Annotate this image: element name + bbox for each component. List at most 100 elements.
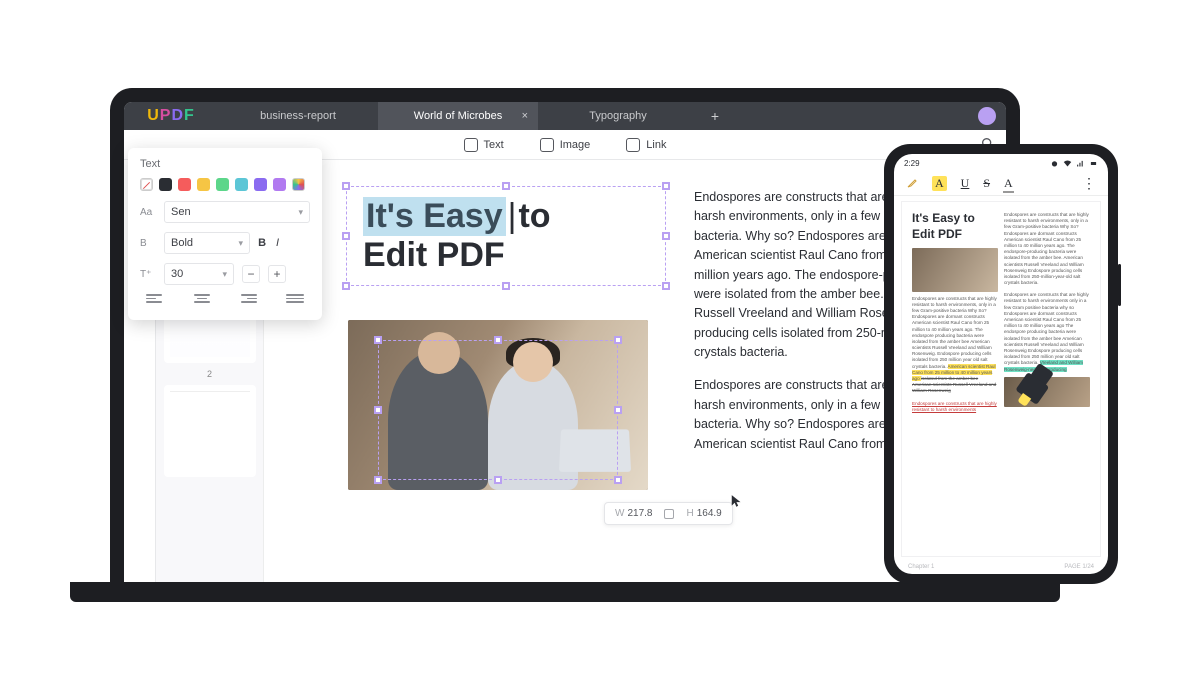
bold-button[interactable]: B	[258, 237, 266, 249]
selection-handle[interactable]	[342, 182, 350, 190]
phone-col-right-mid: Endospores are constructs that are highl…	[1004, 292, 1090, 372]
tab-world-of-microbes[interactable]: World of Microbes ×	[378, 102, 538, 130]
app-tabbar: UPDF business-report World of Microbes ×…	[124, 102, 1006, 130]
highlight-tool[interactable]: A	[932, 176, 947, 191]
size-value: 30	[171, 268, 183, 280]
weight-label: B	[140, 238, 156, 249]
phone-screen: 2:29 A U S A ⋮ It's Easy to Edit PDF	[894, 154, 1108, 574]
weight-select[interactable]: Bold ▾	[164, 232, 250, 254]
phone-annotate-toolbar: A U S A ⋮	[894, 172, 1108, 196]
thumbnail-page-3[interactable]	[164, 385, 256, 477]
text-properties-panel[interactable]: Text Aa Sen ▾ B Bold ▾ B I T⁺ 30 ▾	[128, 148, 322, 320]
phone-col-right-top: Endospores are constructs that are highl…	[1004, 212, 1090, 286]
text-edit-box[interactable]: It's Easy|to Edit PDF	[346, 186, 666, 286]
size-label: T⁺	[140, 269, 156, 280]
phone-page[interactable]: It's Easy to Edit PDF Endospores are con…	[902, 202, 1100, 556]
lock-aspect-icon[interactable]	[664, 509, 674, 519]
align-right-button[interactable]	[233, 294, 263, 312]
italic-button[interactable]: I	[276, 237, 279, 249]
phone-col-left: Endospores are constructs that are highl…	[912, 296, 998, 395]
tab-typography[interactable]: Typography	[538, 102, 698, 130]
tool-text[interactable]: Text	[464, 138, 504, 152]
panel-title: Text	[140, 158, 310, 170]
phone-title-b: Edit PDF	[912, 228, 998, 242]
swatch-purple[interactable]	[254, 178, 267, 191]
selection-handle[interactable]	[502, 182, 510, 190]
phone-frame: 2:29 A U S A ⋮ It's Easy to Edit PDF	[884, 144, 1118, 584]
tab-label: business-report	[260, 110, 336, 122]
selection-handle[interactable]	[502, 282, 510, 290]
tab-label: Typography	[589, 110, 646, 122]
image-object[interactable]	[348, 320, 648, 490]
swatch-green[interactable]	[216, 178, 229, 191]
font-row: Aa Sen ▾	[140, 201, 310, 223]
size-row: T⁺ 30 ▾ − +	[140, 263, 310, 285]
swatch-violet[interactable]	[273, 178, 286, 191]
signal-icon	[1076, 159, 1085, 168]
selection-handle[interactable]	[342, 282, 350, 290]
swatch-cyan[interactable]	[235, 178, 248, 191]
pen-icon[interactable]	[906, 177, 918, 191]
more-icon[interactable]: ⋮	[1082, 175, 1096, 192]
weight-value: Bold	[171, 237, 193, 249]
tab-business-report[interactable]: business-report	[218, 102, 378, 130]
phone-page-footer: Chapter 1 PAGE 1/24	[894, 564, 1108, 570]
selection-handle[interactable]	[662, 282, 670, 290]
title-line2: Edit PDF	[363, 236, 649, 275]
height-label: H	[686, 508, 693, 519]
close-icon[interactable]: ×	[522, 110, 528, 122]
phone-footer-left: Chapter 1	[908, 564, 934, 570]
tool-link[interactable]: Link	[626, 138, 666, 152]
font-select[interactable]: Sen ▾	[164, 201, 310, 223]
chevron-down-icon: ▾	[222, 269, 227, 280]
swatch-black[interactable]	[159, 178, 172, 191]
swatch-none[interactable]	[140, 178, 153, 191]
width-label: W	[615, 508, 624, 519]
chevron-down-icon: ▾	[239, 238, 244, 249]
phone-image-1	[912, 248, 998, 292]
strikethrough-tool[interactable]: S	[983, 176, 990, 191]
laptop-base	[70, 582, 1060, 602]
battery-icon	[1089, 159, 1098, 168]
tool-label: Text	[484, 139, 504, 151]
swatch-yellow[interactable]	[197, 178, 210, 191]
height-value: 164.9	[697, 508, 722, 519]
size-select[interactable]: 30 ▾	[164, 263, 234, 285]
tool-label: Image	[560, 139, 591, 151]
tab-label: World of Microbes	[414, 110, 502, 122]
new-tab-button[interactable]: +	[698, 102, 732, 130]
underline-tool[interactable]: U	[961, 176, 970, 191]
selection-handle[interactable]	[662, 182, 670, 190]
font-label: Aa	[140, 207, 156, 218]
phone-status-bar: 2:29	[894, 154, 1108, 172]
width-value: 217.8	[627, 508, 652, 519]
color-swatches	[140, 178, 310, 191]
user-avatar[interactable]	[978, 107, 996, 125]
align-center-button[interactable]	[187, 294, 217, 312]
chevron-down-icon: ▾	[298, 207, 303, 218]
phone-footer-right: PAGE 1/24	[1064, 564, 1094, 570]
link-icon	[626, 138, 640, 152]
tool-image[interactable]: Image	[540, 138, 591, 152]
swatch-red[interactable]	[178, 178, 191, 191]
weight-row: B Bold ▾ B I	[140, 232, 310, 254]
align-justify-button[interactable]	[280, 294, 310, 312]
align-left-button[interactable]	[140, 294, 170, 312]
app-logo: UPDF	[124, 102, 218, 130]
dimension-readout: W217.8 H 164.9	[604, 502, 733, 525]
thumb-page-number: 2	[164, 369, 255, 379]
selection-handle[interactable]	[342, 232, 350, 240]
image-content	[348, 320, 648, 490]
font-value: Sen	[171, 206, 191, 218]
squiggly-tool[interactable]: A	[1004, 176, 1013, 191]
alignment-row	[140, 294, 310, 312]
swatch-more-colors[interactable]	[292, 178, 305, 191]
phone-side-button	[1118, 264, 1121, 306]
image-icon	[540, 138, 554, 152]
size-decrease-button[interactable]: −	[242, 265, 260, 283]
alarm-icon	[1050, 159, 1059, 168]
selection-handle[interactable]	[662, 232, 670, 240]
title-rest: to	[518, 197, 550, 235]
cursor-icon	[730, 494, 744, 508]
size-increase-button[interactable]: +	[268, 265, 286, 283]
